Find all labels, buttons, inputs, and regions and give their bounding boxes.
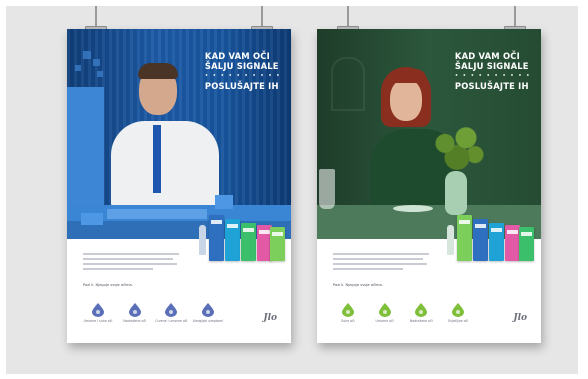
product-box — [489, 223, 504, 261]
woman-face — [390, 79, 422, 121]
tie — [153, 125, 161, 193]
benefit-caption: Osjetljive oči — [447, 319, 469, 323]
wine-glass — [319, 169, 335, 209]
droplet-icon — [342, 303, 354, 317]
brand-logo: Jlo — [263, 313, 277, 323]
product-box — [505, 225, 520, 261]
monitor-illustration — [67, 87, 104, 209]
product-box — [241, 223, 256, 261]
poster-photo: KAD VAM OČI ŠALJU SIGNALE • • • • • • • … — [317, 29, 541, 239]
benefit-item: Osjetljive oči — [443, 303, 473, 323]
decor-square — [75, 65, 81, 71]
decor-square — [97, 71, 103, 77]
benefit-item: Crvene i umorne oči — [155, 303, 188, 323]
product-box — [457, 215, 472, 261]
benefit-item: Nadražene oči — [120, 303, 150, 323]
product-box — [270, 227, 285, 261]
plant-leaves — [427, 121, 487, 177]
body-copy — [83, 253, 183, 273]
product-bottle — [447, 225, 454, 255]
poster-headline: KAD VAM OČI ŠALJU SIGNALE • • • • • • • … — [454, 51, 531, 91]
decor-square — [93, 59, 100, 66]
tagline: Pazi li. Njeguje svoje očima. — [83, 283, 133, 287]
hanging-wire — [261, 6, 263, 28]
droplet-icon — [128, 303, 141, 317]
benefit-item: Nadražene oči — [406, 303, 436, 323]
benefit-caption: Umorne i suhe oči — [83, 319, 113, 323]
droplet-icon — [451, 303, 464, 317]
decor-cube — [81, 213, 103, 225]
product-box — [519, 227, 534, 261]
woman-bangs — [387, 69, 427, 83]
man-hair — [138, 63, 178, 79]
decor-cube — [215, 195, 233, 209]
vase — [445, 171, 467, 215]
benefit-caption: Nadražene oči — [123, 319, 147, 323]
poster-headline: KAD VAM OČI ŠALJU SIGNALE • • • • • • • … — [204, 51, 281, 91]
hanging-wire — [95, 6, 97, 28]
droplet-icon — [92, 303, 104, 317]
droplet-icon — [415, 303, 428, 317]
poster-dining-woman[interactable]: KAD VAM OČI ŠALJU SIGNALE • • • • • • • … — [317, 29, 541, 343]
poster-office-man[interactable]: KAD VAM OČI ŠALJU SIGNALE • • • • • • • … — [67, 29, 291, 343]
product-box — [209, 215, 224, 261]
droplet-icon — [378, 303, 391, 317]
man-figure — [111, 121, 219, 209]
benefit-icons: Umorne i suhe oči Nadražene oči Crvene i… — [83, 303, 223, 323]
benefit-caption: Crvene i umorne oči — [155, 319, 188, 323]
product-box — [225, 219, 240, 261]
tagline: Pazi li. Njeguje svoje očima. — [333, 283, 383, 287]
benefit-caption: Suhe oči — [341, 319, 355, 323]
benefit-item: Umorne i suhe oči — [83, 303, 113, 323]
product-box — [473, 219, 488, 261]
droplet-icon — [201, 303, 214, 317]
droplet-icon — [165, 303, 178, 317]
decor-square — [83, 51, 91, 59]
benefit-caption: Nadražene oči — [409, 319, 433, 323]
benefit-caption: Alergijski simptomi — [192, 319, 224, 323]
brand-logo: Jlo — [513, 313, 527, 323]
benefit-caption: Umorne oči — [375, 319, 394, 323]
benefit-item: Umorne oči — [370, 303, 400, 323]
keyboard — [107, 209, 207, 219]
product-bottle — [199, 225, 206, 255]
hanging-wire — [514, 6, 516, 28]
benefit-item: Suhe oči — [333, 303, 363, 323]
body-copy — [333, 253, 433, 273]
wall-arch — [331, 57, 365, 111]
hanging-wire — [347, 6, 349, 28]
benefit-item: Alergijski simptomi — [193, 303, 223, 323]
poster-photo: KAD VAM OČI ŠALJU SIGNALE • • • • • • • … — [67, 29, 291, 239]
plate — [393, 205, 433, 212]
benefit-icons: Suhe oči Umorne oči Nadražene oči Osjetl… — [333, 303, 473, 323]
